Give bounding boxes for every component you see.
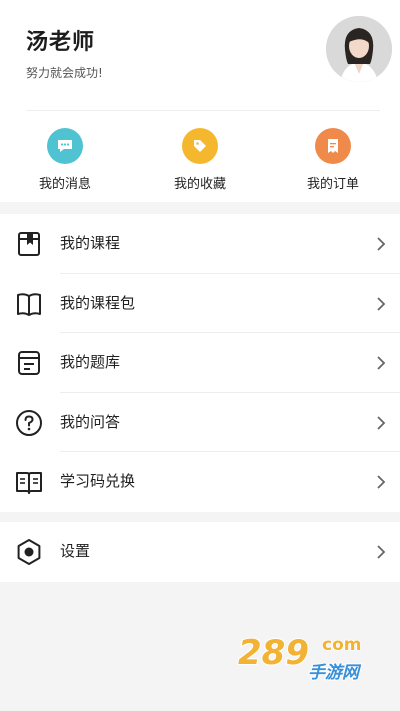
chevron-right-icon: [377, 545, 386, 559]
menu-item-label: 我的问答: [60, 412, 121, 431]
menu-item-redeem-code[interactable]: 学习码兑换: [0, 452, 400, 512]
question-mark-icon: [16, 409, 42, 436]
chevron-right-icon: [377, 237, 386, 251]
watermark-domain: com: [322, 635, 361, 655]
hexagon-settings-icon: [17, 539, 41, 565]
question-bank-icon: [18, 351, 40, 376]
watermark-logo: 289 com 手游网: [236, 626, 386, 686]
chevron-right-icon: [377, 296, 386, 311]
avatar[interactable]: [326, 16, 392, 82]
menu-list: 我的课程 我的课程包 我的题库 我的问答 学习码兑换: [0, 214, 400, 512]
chat-bubble-icon: [47, 128, 83, 164]
receipt-icon: [315, 128, 351, 164]
redeem-book-icon: [16, 472, 42, 495]
menu-item-label: 我的题库: [60, 353, 121, 372]
quick-action-messages[interactable]: 我的消息: [10, 128, 120, 192]
menu-item-settings[interactable]: 设置: [0, 522, 400, 582]
quick-action-label: 我的收藏: [173, 177, 226, 192]
tag-icon: [182, 128, 218, 164]
menu-item-my-courses[interactable]: 我的课程: [0, 214, 400, 274]
menu-item-label: 设置: [60, 542, 91, 560]
profile-header: 汤老师 努力就会成功! 我的消息 我的收藏 我的订单: [0, 0, 400, 202]
menu-item-my-course-packages[interactable]: 我的课程包: [0, 274, 400, 334]
chevron-right-icon: [377, 475, 386, 490]
quick-action-orders[interactable]: 我的订单: [278, 128, 388, 192]
menu-item-my-qa[interactable]: 我的问答: [0, 393, 400, 453]
quick-action-label: 我的订单: [306, 177, 359, 192]
user-name: 汤老师: [26, 30, 96, 55]
chevron-right-icon: [377, 356, 386, 370]
teacher-avatar-icon: [326, 16, 392, 82]
quick-action-label: 我的消息: [38, 177, 91, 192]
chevron-right-icon: [377, 416, 386, 430]
open-book-icon: [17, 292, 41, 316]
watermark-text: 手游网: [308, 663, 362, 683]
menu-item-label: 我的课程包: [60, 293, 136, 312]
menu-item-label: 我的课程: [60, 234, 121, 252]
quick-action-favorites[interactable]: 我的收藏: [145, 128, 255, 192]
menu-item-my-question-bank[interactable]: 我的题库: [0, 333, 400, 393]
user-motto: 努力就会成功!: [26, 66, 103, 80]
menu-item-label: 学习码兑换: [60, 472, 136, 491]
watermark-number: 289: [238, 633, 309, 673]
settings-section: 设置: [0, 522, 400, 582]
course-book-icon: [18, 232, 40, 256]
header-divider: [26, 110, 380, 111]
